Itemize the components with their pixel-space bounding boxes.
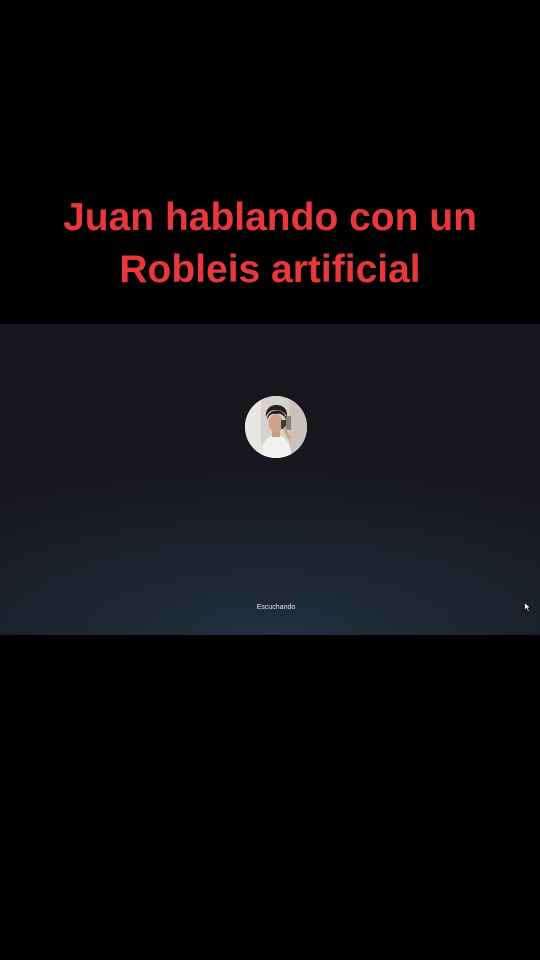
video-caption: Juan hablando con un Robleis artificial (0, 192, 540, 296)
mouse-pointer-icon (524, 602, 532, 612)
caption-line-2: Robleis artificial (119, 248, 421, 291)
listening-status: Escuchando (256, 604, 296, 611)
avatar (245, 396, 307, 458)
caption-line-1: Juan hablando con un (63, 196, 477, 239)
user-photo-avatar-icon (245, 396, 307, 458)
voice-assistant-screen: Escuchando (0, 324, 540, 635)
